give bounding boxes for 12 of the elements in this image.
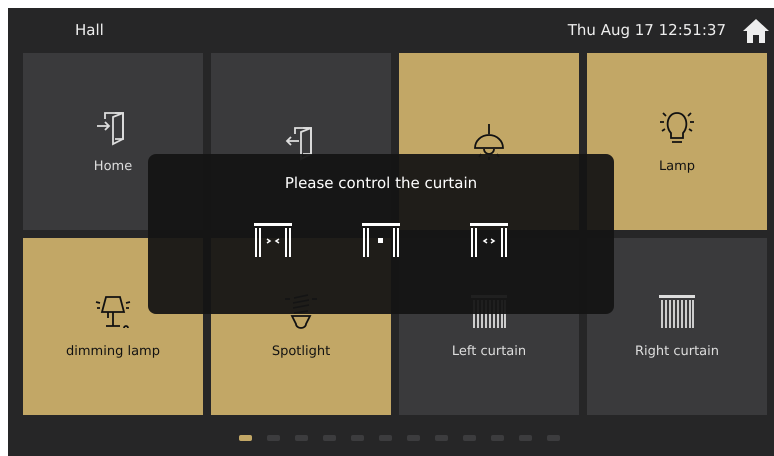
dialog-title: Please control the curtain	[284, 173, 478, 194]
curtain-close-icon	[253, 222, 293, 256]
curtain-stop-icon	[361, 222, 401, 256]
room-title: Hall	[75, 20, 104, 42]
date-time: Thu Aug 17 12:51:37	[568, 20, 726, 42]
curtain-open-icon	[469, 222, 509, 256]
curtain-open-button[interactable]	[469, 222, 509, 256]
device-tile[interactable]: Lamp	[587, 53, 767, 230]
curtain-stop-button[interactable]	[361, 222, 401, 256]
device-tile[interactable]: Right curtain	[587, 238, 767, 415]
home-icon[interactable]	[742, 18, 770, 44]
curtain-close-button[interactable]	[253, 222, 293, 256]
